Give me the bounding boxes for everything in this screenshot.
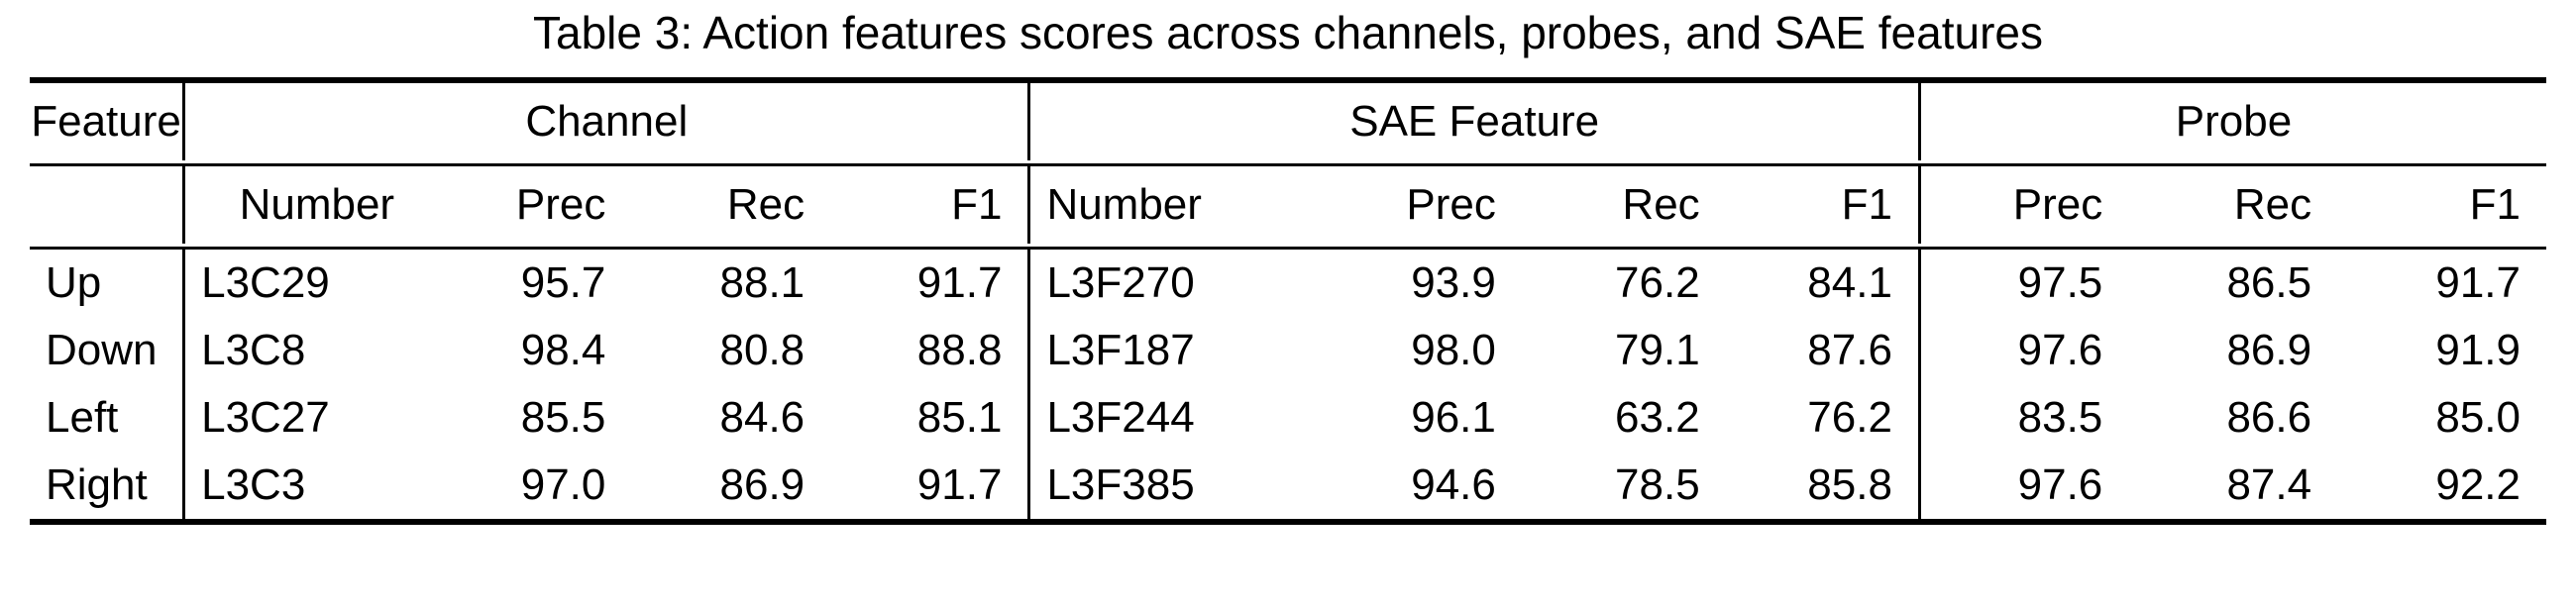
cell-probe-f1: 91.7 [2435,258,2521,307]
sub-header-sae-f1: F1 [1841,180,1892,229]
table-row: Left L3C27 85.5 84.6 85.1 L3F244 96.1 63… [30,384,2546,452]
sub-header-sae-number: Number [1027,164,1319,244]
sub-header-channel-number: Number [182,164,433,244]
sub-header-sae-prec: Prec [1406,180,1496,229]
table-container: Feature Channel SAE Feature Probe Number… [30,55,2546,531]
table-page: Table 3: Action features scores across c… [0,0,2576,608]
cell-feature: Down [46,326,158,374]
sub-header-probe-rec: Rec [2233,180,2312,229]
cell-channel-rec: 88.1 [719,258,805,307]
cell-probe-rec: 86.9 [2226,326,2312,374]
cell-sae-prec: 96.1 [1411,393,1496,442]
cell-channel-rec: 86.9 [719,460,805,509]
table-rule-top [30,71,2546,83]
cell-channel-number: L3C3 [182,452,433,522]
cell-channel-number: L3C8 [182,317,433,384]
table-caption: Table 3: Action features scores across c… [533,7,2043,58]
cell-sae-number: L3F244 [1027,384,1319,452]
cell-channel-number: L3C29 [182,248,433,317]
cell-channel-prec: 85.5 [520,393,606,442]
cell-probe-rec: 87.4 [2226,460,2312,509]
cell-sae-rec: 79.1 [1615,326,1700,374]
cell-probe-prec: 97.6 [1917,452,2129,522]
results-table: Feature Channel SAE Feature Probe Number… [30,71,2546,531]
group-header-feature: Feature [31,97,181,146]
cell-channel-f1: 88.8 [916,326,1003,374]
cell-feature: Up [46,258,102,307]
cell-channel-prec: 98.4 [520,326,606,374]
cell-feature: Left [46,393,119,442]
cell-sae-rec: 76.2 [1615,258,1700,307]
cell-channel-rec: 80.8 [719,326,805,374]
cell-channel-f1: 91.7 [916,460,1003,509]
group-header-channel: Channel [182,80,1029,160]
cell-probe-prec: 97.6 [1917,317,2129,384]
sub-header-sae-rec: Rec [1622,180,1700,229]
cell-probe-f1: 92.2 [2435,460,2521,509]
sub-header-channel-prec: Prec [515,180,606,229]
cell-channel-prec: 95.7 [520,258,606,307]
cell-sae-rec: 63.2 [1615,393,1700,442]
sub-header-probe-f1: F1 [2469,180,2521,229]
sub-header-spacer [30,165,184,245]
table-row: Down L3C8 98.4 80.8 88.8 L3F187 98.0 79.… [30,317,2546,384]
cell-sae-f1: 85.8 [1807,460,1892,509]
sub-header-probe-prec: Prec [1917,164,2129,244]
cell-sae-f1: 87.6 [1807,326,1892,374]
rule-line [30,519,2546,531]
group-header-sae-feature: SAE Feature [1027,80,1920,160]
cell-probe-f1: 85.0 [2435,393,2521,442]
cell-feature: Right [46,460,148,509]
cell-sae-rec: 78.5 [1615,460,1700,509]
sub-header-row: Number Prec Rec F1 Number Prec Rec F1 Pr… [30,164,2546,245]
cell-probe-rec: 86.6 [2226,393,2312,442]
sub-header-channel-f1: F1 [951,180,1003,229]
rule-line [30,71,2546,83]
cell-probe-f1: 91.9 [2435,326,2521,374]
cell-sae-number: L3F385 [1027,452,1319,522]
cell-channel-rec: 84.6 [719,393,805,442]
cell-sae-number: L3F270 [1027,248,1319,317]
cell-probe-rec: 86.5 [2226,258,2312,307]
cell-channel-number: L3C27 [182,384,433,452]
cell-sae-prec: 93.9 [1411,258,1496,307]
sub-header-channel-rec: Rec [726,180,805,229]
cell-probe-prec: 97.5 [1917,248,2129,317]
table-row: Right L3C3 97.0 86.9 91.7 L3F385 94.6 78… [30,452,2546,522]
cell-channel-f1: 91.7 [916,258,1003,307]
cell-sae-prec: 98.0 [1411,326,1496,374]
cell-channel-f1: 85.1 [916,393,1003,442]
cell-probe-prec: 83.5 [1917,384,2129,452]
group-header-row: Feature Channel SAE Feature Probe [30,80,2546,160]
table-rule-bottom [30,519,2546,531]
group-header-probe: Probe [1917,80,2546,160]
cell-sae-f1: 84.1 [1807,258,1892,307]
cell-sae-f1: 76.2 [1807,393,1892,442]
table-row: Up L3C29 95.7 88.1 91.7 L3F270 93.9 76.2… [30,248,2546,317]
cell-sae-prec: 94.6 [1411,460,1496,509]
cell-channel-prec: 97.0 [520,460,606,509]
cell-sae-number: L3F187 [1027,317,1319,384]
